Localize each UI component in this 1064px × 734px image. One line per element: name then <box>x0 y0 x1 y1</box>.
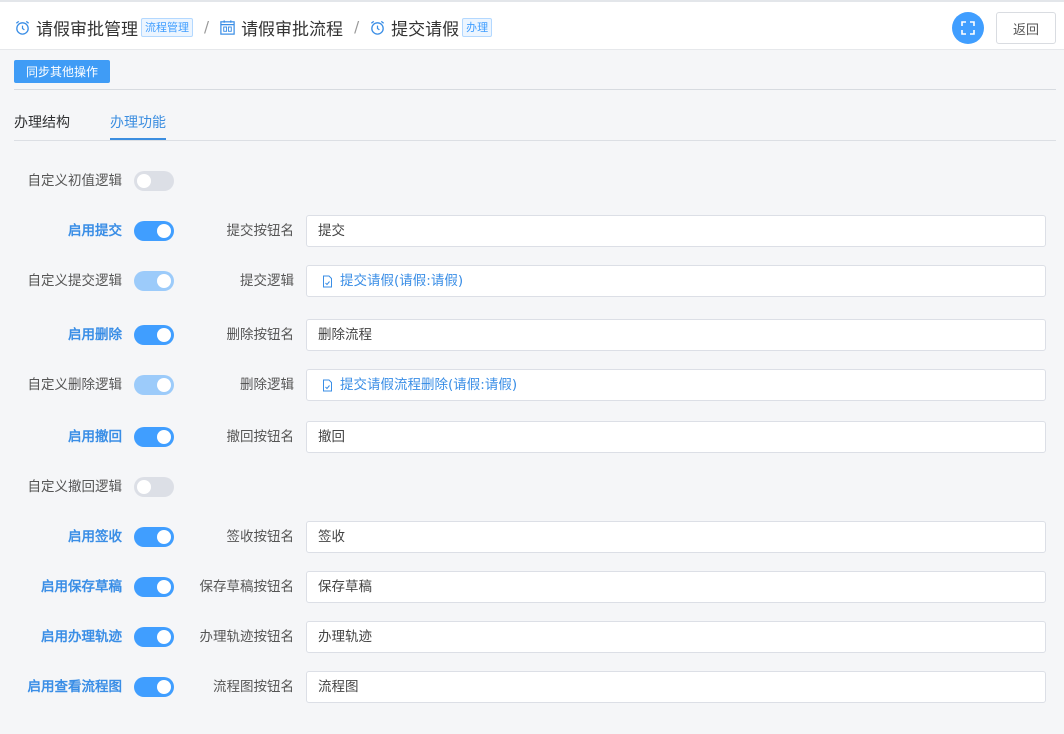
row-enable-signin: 启用签收 签收按钮名 签收 <box>0 521 1064 553</box>
field-label: 保存草稿按钮名 <box>199 579 295 595</box>
flowchart-button-name-input[interactable]: 流程图 <box>306 671 1046 703</box>
row-label: 启用查看流程图 <box>27 679 123 695</box>
delete-logic-link[interactable]: 提交请假流程删除(请假:请假) <box>340 370 517 400</box>
breadcrumb-tag: 流程管理 <box>141 17 193 37</box>
breadcrumb-separator: / <box>204 18 210 36</box>
custom-init-switch[interactable] <box>134 171 174 191</box>
field-label: 提交按钮名 <box>226 223 295 239</box>
breadcrumb-label: 提交请假 <box>391 19 460 40</box>
row-label: 自定义删除逻辑 <box>27 377 123 393</box>
custom-submit-switch[interactable] <box>134 271 174 291</box>
breadcrumb-label: 请假审批流程 <box>241 19 344 40</box>
row-custom-withdraw: 自定义撤回逻辑 <box>0 471 1064 503</box>
page-header: 请假审批管理 流程管理 / 请假审批流程 / 提交请假 办理 返回 <box>0 0 1064 50</box>
switch-knob <box>157 680 171 694</box>
switch-knob <box>137 174 151 188</box>
row-label: 自定义撤回逻辑 <box>27 479 123 495</box>
fullscreen-button[interactable] <box>952 12 984 44</box>
enable-flowchart-switch[interactable] <box>134 677 174 697</box>
breadcrumb-separator: / <box>354 18 360 36</box>
enable-withdraw-switch[interactable] <box>134 427 174 447</box>
breadcrumb-tag: 办理 <box>462 17 493 37</box>
row-label: 启用办理轨迹 <box>41 629 122 645</box>
row-label: 启用撤回 <box>68 429 122 445</box>
tab-handling-function[interactable]: 办理功能 <box>110 112 166 132</box>
calendar-icon <box>220 19 235 35</box>
delete-button-name-input[interactable]: 删除流程 <box>306 319 1046 351</box>
alarm-clock-icon <box>371 20 385 35</box>
row-custom-submit: 自定义提交逻辑 提交逻辑 提交请假(请假:请假) <box>0 265 1064 297</box>
submit-logic-link[interactable]: 提交请假(请假:请假) <box>340 266 463 296</box>
enable-draft-switch[interactable] <box>134 577 174 597</box>
row-enable-withdraw: 启用撤回 撤回按钮名 撤回 <box>0 421 1064 453</box>
active-tab-indicator <box>110 138 166 140</box>
row-label: 启用提交 <box>68 223 122 239</box>
switch-knob <box>157 630 171 644</box>
tab-handling-structure[interactable]: 办理结构 <box>14 112 70 132</box>
field-label: 办理轨迹按钮名 <box>199 629 295 645</box>
breadcrumb-item-process[interactable]: 请假审批流程 <box>219 15 343 40</box>
row-enable-delete: 启用删除 删除按钮名 删除流程 <box>0 319 1064 351</box>
field-label: 提交逻辑 <box>240 273 294 289</box>
custom-withdraw-switch[interactable] <box>134 477 174 497</box>
breadcrumb: 请假审批管理 流程管理 / 请假审批流程 / 提交请假 办理 <box>14 14 493 40</box>
switch-knob <box>157 430 171 444</box>
switch-knob <box>137 480 151 494</box>
sync-other-operations-button[interactable]: 同步其他操作 <box>14 60 110 83</box>
row-enable-track: 启用办理轨迹 办理轨迹按钮名 办理轨迹 <box>0 621 1064 653</box>
breadcrumb-item-management[interactable]: 请假审批管理 流程管理 <box>14 15 193 40</box>
switch-knob <box>157 378 171 392</box>
draft-button-name-input[interactable]: 保存草稿 <box>306 571 1046 603</box>
field-label: 撤回按钮名 <box>226 429 295 445</box>
row-label: 自定义提交逻辑 <box>27 273 123 289</box>
enable-submit-switch[interactable] <box>134 221 174 241</box>
track-button-name-input[interactable]: 办理轨迹 <box>306 621 1046 653</box>
enable-signin-switch[interactable] <box>134 527 174 547</box>
breadcrumb-label: 请假审批管理 <box>36 19 138 40</box>
alarm-clock-icon <box>15 20 30 35</box>
switch-knob <box>157 530 171 544</box>
field-label: 流程图按钮名 <box>213 679 294 695</box>
switch-knob <box>157 580 171 594</box>
row-enable-flowchart: 启用查看流程图 流程图按钮名 流程图 <box>0 671 1064 703</box>
delete-logic-link-field[interactable]: 提交请假流程删除(请假:请假) <box>306 369 1046 401</box>
fullscreen-icon <box>961 21 975 35</box>
submit-button-name-input[interactable]: 提交 <box>306 215 1046 247</box>
tab-bar: 办理结构 办理功能 <box>14 104 1056 141</box>
switch-knob <box>157 274 171 288</box>
row-label: 启用删除 <box>68 327 122 343</box>
withdraw-button-name-input[interactable]: 撤回 <box>306 421 1046 453</box>
enable-track-switch[interactable] <box>134 627 174 647</box>
field-label: 删除按钮名 <box>226 327 295 343</box>
field-label: 删除逻辑 <box>240 377 294 393</box>
signin-button-name-input[interactable]: 签收 <box>306 521 1046 553</box>
divider <box>14 89 1056 90</box>
row-enable-draft: 启用保存草稿 保存草稿按钮名 保存草稿 <box>0 571 1064 603</box>
breadcrumb-item-submit-leave[interactable]: 提交请假 办理 <box>369 15 493 40</box>
row-custom-init: 自定义初值逻辑 <box>0 165 1064 197</box>
row-custom-delete: 自定义删除逻辑 删除逻辑 提交请假流程删除(请假:请假) <box>0 369 1064 401</box>
file-icon <box>323 379 332 391</box>
field-label: 签收按钮名 <box>226 529 295 545</box>
file-icon <box>323 275 332 287</box>
switch-knob <box>157 328 171 342</box>
custom-delete-switch[interactable] <box>134 375 174 395</box>
back-button[interactable]: 返回 <box>996 12 1056 44</box>
row-label: 启用保存草稿 <box>41 579 122 595</box>
submit-logic-link-field[interactable]: 提交请假(请假:请假) <box>306 265 1046 297</box>
enable-delete-switch[interactable] <box>134 325 174 345</box>
row-label: 自定义初值逻辑 <box>27 173 123 189</box>
row-enable-submit: 启用提交 提交按钮名 提交 <box>0 215 1064 247</box>
switch-knob <box>157 224 171 238</box>
row-label: 启用签收 <box>68 529 122 545</box>
